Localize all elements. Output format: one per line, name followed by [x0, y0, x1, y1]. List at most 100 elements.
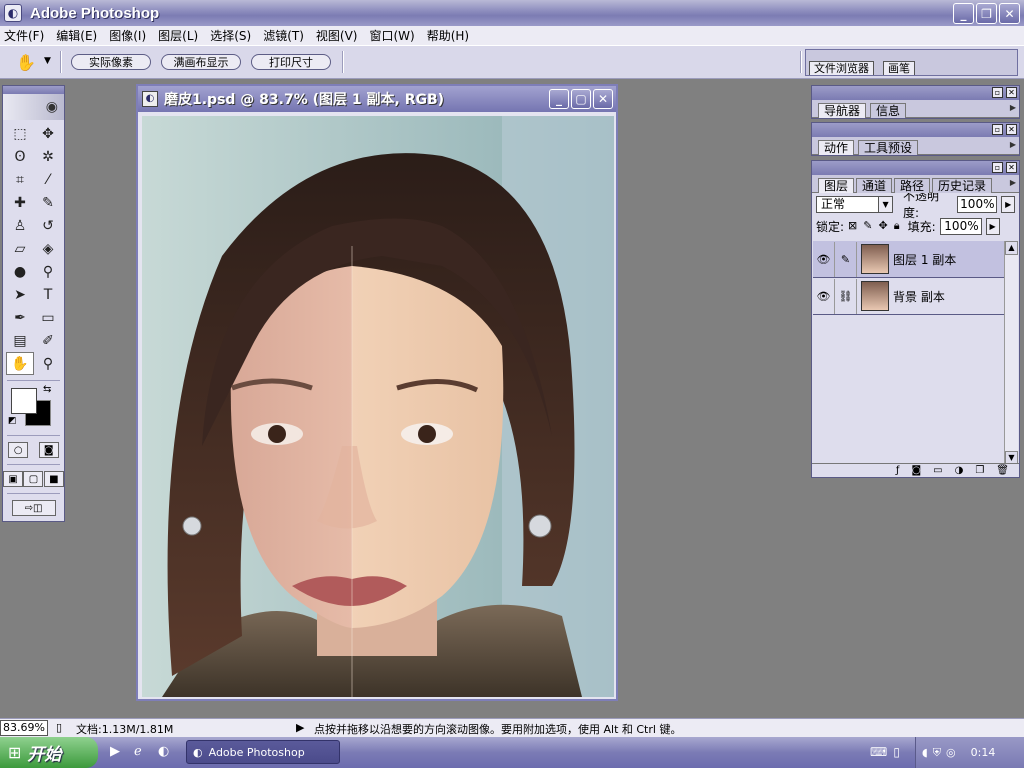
- adjustment-layer-icon[interactable]: ◑: [955, 465, 964, 476]
- rectangle-tool-icon[interactable]: ▭: [34, 306, 62, 329]
- brush-tool-icon[interactable]: ✎: [34, 191, 62, 214]
- quick-mask-mode-icon[interactable]: ◙: [38, 442, 59, 458]
- status-menu-arrow-icon[interactable]: ▶: [296, 721, 304, 734]
- document-info-icon[interactable]: ▯: [56, 721, 62, 734]
- adobe-online-icon[interactable]: ◉: [3, 94, 64, 120]
- file-browser-tab[interactable]: 文件浏览器: [809, 61, 874, 75]
- layer-row-background-copy[interactable]: 👁︎ ⛓︎ 背景 副本: [813, 278, 1005, 315]
- lock-pixels-icon[interactable]: ✎: [863, 219, 872, 233]
- internet-explorer-icon[interactable]: ℯ: [134, 744, 142, 759]
- menu-help[interactable]: 帮助(H): [427, 27, 469, 44]
- dodge-tool-icon[interactable]: ⚲: [34, 260, 62, 283]
- print-size-button[interactable]: 打印尺寸: [251, 54, 331, 70]
- eyedropper-tool-icon[interactable]: ✐: [34, 329, 62, 352]
- language-icon[interactable]: ▯: [893, 745, 900, 759]
- tab-info[interactable]: 信息: [870, 103, 907, 118]
- foreground-color-swatch[interactable]: [11, 388, 37, 414]
- toolbox-header[interactable]: [3, 86, 64, 94]
- layers-panel-header[interactable]: ▫ ✕: [812, 161, 1019, 175]
- brushes-tab[interactable]: 画笔: [883, 61, 915, 75]
- hand-tool-preset-icon[interactable]: ✋: [16, 53, 36, 72]
- scroll-up-icon[interactable]: ▲: [1005, 241, 1018, 255]
- panel-menu-icon[interactable]: ▶: [1010, 178, 1016, 187]
- document-maximize-button[interactable]: ▢: [571, 89, 591, 109]
- eraser-tool-icon[interactable]: ▱: [6, 237, 34, 260]
- photoshop-app-icon[interactable]: ◐: [4, 4, 22, 22]
- blend-mode-select[interactable]: 正常 ▼: [816, 195, 894, 213]
- visibility-eye-icon[interactable]: 👁︎: [813, 278, 835, 314]
- photoshop-quicklaunch-icon[interactable]: ◐: [158, 744, 169, 759]
- tab-navigator[interactable]: 导航器: [818, 103, 867, 118]
- notes-tool-icon[interactable]: ▤: [6, 329, 34, 352]
- security-shield-icon[interactable]: ⛨: [933, 746, 941, 760]
- marquee-tool-icon[interactable]: ⬚: [6, 122, 34, 145]
- volume-icon[interactable]: ◖: [922, 746, 928, 759]
- standard-mode-icon[interactable]: ○: [8, 442, 29, 458]
- lasso-tool-icon[interactable]: ʘ: [6, 145, 34, 168]
- move-tool-icon[interactable]: ✥: [34, 122, 62, 145]
- close-button[interactable]: ✕: [999, 3, 1020, 24]
- fill-input[interactable]: 100%: [939, 217, 982, 235]
- crop-tool-icon[interactable]: ⌗: [6, 168, 34, 191]
- keyboard-icon[interactable]: ⌨: [870, 745, 887, 759]
- fill-slider-icon[interactable]: ▶: [985, 217, 1000, 235]
- panel-close-icon[interactable]: ✕: [1006, 124, 1017, 135]
- start-button[interactable]: ⊞ 开始: [0, 737, 98, 768]
- pen-tool-icon[interactable]: ✒: [6, 306, 34, 329]
- menu-layer[interactable]: 图层(L): [158, 27, 198, 44]
- visibility-eye-icon[interactable]: 👁︎: [813, 241, 835, 277]
- actual-pixels-button[interactable]: 实际像素: [71, 54, 151, 70]
- tab-channels[interactable]: 通道: [856, 178, 893, 193]
- document-minimize-button[interactable]: _: [549, 89, 569, 109]
- lock-position-icon[interactable]: ✥: [878, 219, 887, 233]
- layer-link-icon[interactable]: ⛓︎: [835, 278, 857, 314]
- history-brush-tool-icon[interactable]: ↺: [34, 214, 62, 237]
- tab-layers[interactable]: 图层: [818, 178, 855, 193]
- panel-minimize-icon[interactable]: ▫: [992, 162, 1003, 173]
- paint-bucket-tool-icon[interactable]: ◈: [34, 237, 62, 260]
- menu-view[interactable]: 视图(V): [316, 27, 358, 44]
- trash-icon[interactable]: 🗑︎: [996, 465, 1009, 476]
- menu-edit[interactable]: 编辑(E): [56, 27, 97, 44]
- panel-menu-icon[interactable]: ▶: [1010, 103, 1016, 112]
- panel-close-icon[interactable]: ✕: [1006, 87, 1017, 98]
- layer-row-layer-1-copy[interactable]: 👁︎ ✎ 图层 1 副本: [813, 241, 1005, 278]
- panel-minimize-icon[interactable]: ▫: [992, 87, 1003, 98]
- jump-to-imageready-icon[interactable]: ⇨◫: [11, 500, 56, 516]
- lock-transparency-icon[interactable]: ⊠: [848, 219, 857, 233]
- new-group-icon[interactable]: ▭: [933, 465, 942, 476]
- document-title-bar[interactable]: ◐ 磨皮1.psd @ 83.7% (图层 1 副本, RGB) _ ▢ ✕: [138, 86, 616, 112]
- hand-tool-icon[interactable]: ✋: [6, 352, 34, 375]
- slice-tool-icon[interactable]: ⁄: [34, 168, 62, 191]
- swap-colors-icon[interactable]: ⇆: [43, 384, 51, 395]
- clone-stamp-tool-icon[interactable]: ♙: [6, 214, 34, 237]
- new-layer-icon[interactable]: ❐: [975, 465, 984, 476]
- zoom-input[interactable]: 83.69%: [0, 720, 48, 736]
- fit-on-screen-button[interactable]: 满画布显示: [161, 54, 241, 70]
- panel-menu-icon[interactable]: ▶: [1010, 140, 1016, 149]
- restore-button[interactable]: ❐: [976, 3, 997, 24]
- network-icon[interactable]: ◎: [946, 746, 956, 759]
- default-colors-icon[interactable]: ◩: [8, 416, 17, 426]
- chevron-down-icon[interactable]: ▼: [878, 196, 893, 212]
- opacity-slider-icon[interactable]: ▶: [1001, 195, 1015, 213]
- menu-select[interactable]: 选择(S): [210, 27, 251, 44]
- media-player-icon[interactable]: ▶: [110, 744, 120, 759]
- full-screen-menu-mode-icon[interactable]: ▢: [23, 471, 44, 487]
- healing-brush-tool-icon[interactable]: ✚: [6, 191, 34, 214]
- lock-all-icon[interactable]: 🔒︎: [894, 219, 900, 233]
- tab-paths[interactable]: 路径: [894, 178, 931, 193]
- actions-panel-header[interactable]: ▫ ✕: [812, 123, 1019, 137]
- blur-tool-icon[interactable]: ●: [6, 260, 34, 283]
- magic-wand-tool-icon[interactable]: ✲: [34, 145, 62, 168]
- menu-window[interactable]: 窗口(W): [369, 27, 414, 44]
- type-tool-icon[interactable]: T: [34, 283, 62, 306]
- tab-history[interactable]: 历史记录: [932, 178, 993, 193]
- menu-file[interactable]: 文件(F): [4, 27, 44, 44]
- standard-screen-mode-icon[interactable]: ▣: [3, 471, 24, 487]
- menu-image[interactable]: 图像(I): [109, 27, 146, 44]
- menu-filter[interactable]: 滤镜(T): [263, 27, 304, 44]
- panel-close-icon[interactable]: ✕: [1006, 162, 1017, 173]
- tab-tool-presets[interactable]: 工具预设: [858, 140, 919, 155]
- full-screen-mode-icon[interactable]: ■: [43, 471, 64, 487]
